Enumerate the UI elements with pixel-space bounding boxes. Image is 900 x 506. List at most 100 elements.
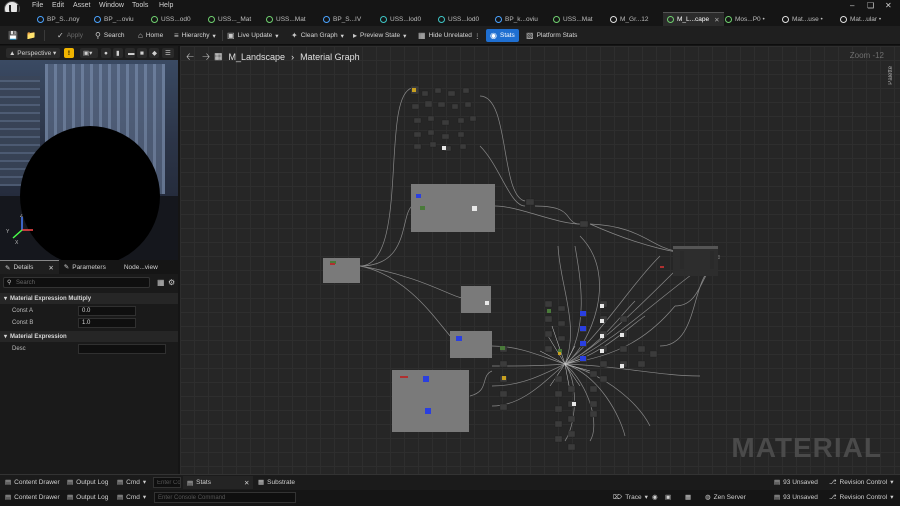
desc-field[interactable] xyxy=(78,344,166,354)
menu-help[interactable]: Help xyxy=(159,2,173,9)
content-drawer-icon: ▤ xyxy=(5,479,12,486)
const-b-field[interactable]: 1.0 xyxy=(78,318,136,328)
warning-icon[interactable]: ! xyxy=(64,48,74,58)
menu-window[interactable]: Window xyxy=(99,2,124,9)
asset-tab[interactable]: Mat...ular • xyxy=(836,12,885,26)
view-options-icon[interactable]: ▣▾ xyxy=(80,48,98,58)
shape-mesh-icon[interactable]: ◆ xyxy=(149,48,159,58)
blueprint-icon xyxy=(37,15,44,23)
tab-details[interactable]: ✎ Details ✕ xyxy=(0,260,59,274)
restore-icon[interactable]: ❏ xyxy=(867,1,874,10)
asset-tab[interactable]: USS...lod0 xyxy=(434,12,483,26)
menu-tools[interactable]: Tools xyxy=(132,2,148,9)
substrate-panel-tab[interactable]: ▦ Substrate xyxy=(258,478,295,487)
material-graph-canvas[interactable]: 🡠 🡢 ▦ M_Landscape › Material Graph Zoom … xyxy=(180,46,900,474)
category-material-expression[interactable]: ▾ Material Expression xyxy=(0,331,178,342)
stats-panel-tab[interactable]: ▤ Stats ✕ xyxy=(183,476,253,489)
close-window-icon[interactable]: ✕ xyxy=(885,1,892,10)
category-material-expression-multiply[interactable]: ▾ Material Expression Multiply xyxy=(0,293,178,304)
asset-tab[interactable]: M_Gr...12 xyxy=(606,12,653,26)
stats-icon: ▤ xyxy=(187,479,194,487)
asset-tab[interactable]: USS...lod0 xyxy=(376,12,425,26)
shape-sphere-icon[interactable]: ● xyxy=(101,48,111,58)
stats-button[interactable]: ◉ Stats xyxy=(486,29,519,42)
category-title: Material Expression xyxy=(10,333,67,340)
asset-tab[interactable]: USS..._Mat xyxy=(204,12,255,26)
clean-graph-label: Clean Graph xyxy=(300,32,338,39)
substrate-icon: ▦ xyxy=(258,479,265,486)
hierarchy-button[interactable]: ≡ Hierarchy ▾ xyxy=(174,29,216,42)
axis-label-y: Y xyxy=(6,229,10,235)
live-update-button[interactable]: ▣ Live Update ▾ xyxy=(227,29,279,42)
asset-tab[interactable]: BP_S...IV xyxy=(319,12,365,26)
menu-edit[interactable]: Edit xyxy=(52,2,64,9)
close-icon[interactable]: ✕ xyxy=(714,16,719,24)
console-command-input[interactable]: Enter Console Command xyxy=(153,477,181,488)
cmd-icon: ▤ xyxy=(117,494,124,501)
details-search-input[interactable]: Search xyxy=(3,277,150,288)
revision-control-button[interactable]: ⎇ Revision Control ▾ xyxy=(829,478,893,487)
cmd-icon: ▤ xyxy=(117,479,124,486)
clean-graph-button[interactable]: ✦ Clean Graph ▾ xyxy=(291,29,344,42)
zen-server-button[interactable]: ◍ Zen Server xyxy=(705,493,746,502)
substrate-tab-label: Substrate xyxy=(267,478,295,486)
category-title: Material Expression Multiply xyxy=(10,295,92,302)
output-log-button[interactable]: ▤ Output Log xyxy=(67,493,108,502)
content-drawer-button[interactable]: ▤ Content Drawer xyxy=(5,478,60,487)
asset-tab[interactable]: BP_S...noy xyxy=(33,12,84,26)
material-icon xyxy=(782,15,789,23)
perspective-dropdown[interactable]: ▲ Perspective ▾ xyxy=(6,48,60,58)
asset-tab[interactable]: Mat...use • xyxy=(778,12,827,26)
output-log-button[interactable]: ▤ Output Log xyxy=(67,478,108,487)
const-a-field[interactable]: 0.0 xyxy=(78,306,136,316)
close-icon[interactable]: ✕ xyxy=(244,479,249,487)
search-button[interactable]: ⚲ Search xyxy=(95,29,124,42)
minimize-icon[interactable]: – xyxy=(850,1,854,10)
asset-tab[interactable]: BP_k...oviu xyxy=(491,12,542,26)
console-command-input[interactable]: Enter Console Command xyxy=(154,492,296,503)
hamburger-menu-icon[interactable]: ☰ xyxy=(162,48,174,58)
browse-icon[interactable]: 📁 xyxy=(26,29,36,42)
asset-tab[interactable]: M_L...cape ✕ xyxy=(663,12,724,26)
revision-control-button[interactable]: ⎇ Revision Control ▾ xyxy=(829,493,893,502)
content-drawer-button[interactable]: ▤ Content Drawer xyxy=(5,493,60,502)
screenshot-icon[interactable]: ▣ xyxy=(665,493,671,501)
shape-cube-icon[interactable]: ■ xyxy=(137,48,147,58)
unsaved-indicator[interactable]: ▤ 93 Unsaved xyxy=(774,493,818,502)
preview-viewport[interactable]: ▲ Perspective ▾ ! ▣▾ ● ▮ ▬ ■ ◆ ☰ Z Y X xyxy=(0,46,178,260)
asset-tab[interactable]: BP_...oviu xyxy=(90,12,138,26)
more-options-icon[interactable]: ⋮ xyxy=(474,29,481,42)
menu-asset[interactable]: Asset xyxy=(73,2,91,9)
asset-tab[interactable]: USS...Mat xyxy=(262,12,310,26)
record-icon[interactable]: ◉ xyxy=(652,493,658,501)
output-log-icon: ▤ xyxy=(67,479,74,486)
asset-tab-label: USS...od0 xyxy=(161,15,191,23)
zen-server-label: Zen Server xyxy=(713,493,746,501)
shape-plane-icon[interactable]: ▬ xyxy=(125,48,135,58)
trace-dropdown[interactable]: ⌦ Trace ▾ xyxy=(613,493,648,502)
asset-tab[interactable]: Mos...P0 • xyxy=(721,12,769,26)
tab-node-preview[interactable]: Node...view xyxy=(119,260,163,274)
asset-tab[interactable]: USS...od0 xyxy=(147,12,195,26)
cmd-dropdown[interactable]: ▤ Cmd ▾ xyxy=(117,478,146,487)
home-button[interactable]: ⌂ Home xyxy=(138,29,163,42)
save-icon[interactable]: 💾 xyxy=(8,29,18,42)
menu-file[interactable]: File xyxy=(32,2,43,9)
close-icon[interactable]: ✕ xyxy=(48,264,53,272)
cmd-dropdown[interactable]: ▤ Cmd ▾ xyxy=(117,493,146,502)
material-icon xyxy=(610,15,617,23)
hide-unrelated-button[interactable]: ▦ Hide Unrelated xyxy=(418,29,472,42)
search-icon: ⚲ xyxy=(95,31,101,40)
table-view-icon[interactable]: ▦ xyxy=(157,278,165,287)
asset-tab[interactable]: USS...Mat xyxy=(549,12,597,26)
apply-button[interactable]: ✓ Apply xyxy=(57,29,83,42)
gear-icon[interactable]: ⚙ xyxy=(168,278,175,287)
tab-parameters[interactable]: ✎ Parameters xyxy=(59,260,111,274)
content-drawer-label: Content Drawer xyxy=(14,493,60,501)
network-icon[interactable]: ▦ xyxy=(685,493,691,501)
shape-cylinder-icon[interactable]: ▮ xyxy=(113,48,123,58)
unsaved-indicator[interactable]: ▤ 93 Unsaved xyxy=(774,478,818,487)
platform-stats-button[interactable]: ▧ Platform Stats xyxy=(526,29,577,42)
viewport-toolbar: ▲ Perspective ▾ ! ▣▾ ● ▮ ▬ ■ ◆ ☰ xyxy=(0,46,178,60)
preview-state-button[interactable]: ▸ Preview State ▾ xyxy=(353,29,406,42)
